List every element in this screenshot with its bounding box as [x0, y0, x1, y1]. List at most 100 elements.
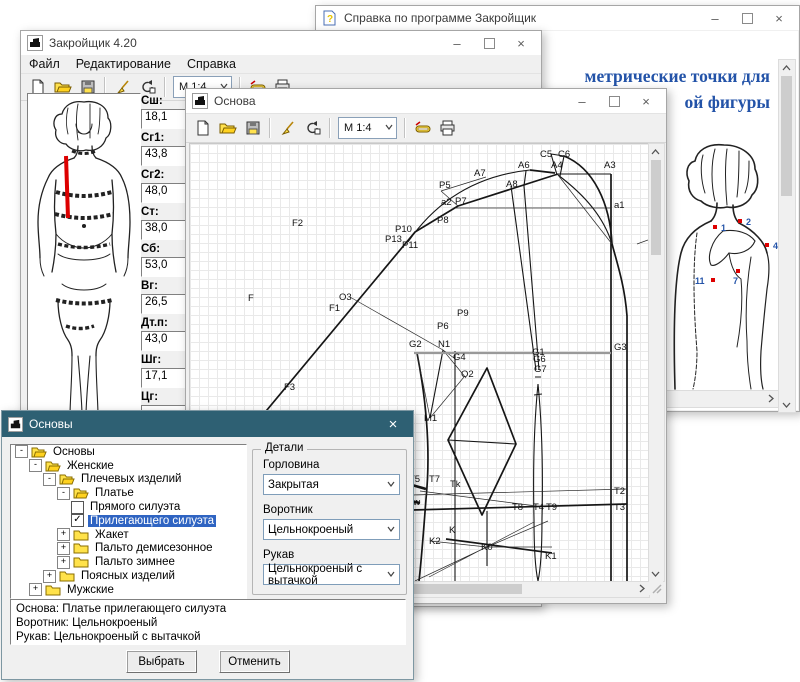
clear-button[interactable]	[275, 117, 300, 139]
collapse-icon[interactable]: -	[57, 487, 70, 500]
tree-node-label[interactable]: Женские	[65, 460, 116, 472]
tree-node-Прилегающего силуэта[interactable]: ✓ Прилегающего силуэта	[11, 514, 246, 528]
resize-grip[interactable]	[649, 581, 663, 595]
details-group: Детали ГорловинаЗакрытаяВоротникЦельнокр…	[252, 449, 407, 595]
pattern-point-label: P6	[437, 321, 449, 332]
tree-node-Пальто демисезонное[interactable]: + Пальто демисезонное	[11, 542, 246, 556]
dialog-close-button[interactable]: ×	[379, 416, 407, 433]
menu-item-редактирование[interactable]: Редактирование	[68, 56, 179, 72]
tree-node-label[interactable]: Пальто зимнее	[93, 556, 177, 568]
scroll-up-icon[interactable]	[648, 144, 663, 159]
tree-node-Мужские[interactable]: + Мужские	[11, 583, 246, 597]
menu-item-справка[interactable]: Справка	[179, 56, 244, 72]
osnova-titlebar[interactable]: Основа – ×	[186, 89, 666, 113]
app-icon	[27, 35, 43, 51]
main-titlebar[interactable]: Закройщик 4.20 – ×	[21, 31, 541, 55]
tree-node-label[interactable]: Основы	[51, 446, 97, 458]
tree-node-Пальто зимнее[interactable]: + Пальто зимнее	[11, 555, 246, 569]
chevron-down-icon	[385, 124, 393, 130]
expand-icon[interactable]: +	[57, 542, 70, 555]
pattern-point-label: P9	[457, 308, 469, 319]
tree-node-Прямого силуэта[interactable]: Прямого силуэта	[11, 500, 246, 514]
select-value: Цельнокроеный	[268, 524, 353, 536]
select-button[interactable]: Выбрать	[126, 650, 197, 673]
help-minimize-button[interactable]: –	[699, 6, 731, 30]
toolbar-separator	[164, 77, 166, 97]
tree-node-label[interactable]: Поясных изделий	[79, 570, 177, 582]
osnova-toolbar: М 1:4	[186, 113, 666, 143]
field-label: Воротник	[263, 504, 406, 516]
main-close-button[interactable]: ×	[505, 31, 537, 55]
help-close-button[interactable]: ×	[763, 6, 795, 30]
tree-node-label[interactable]: Пальто демисезонное	[93, 542, 215, 554]
osnova-minimize-button[interactable]: –	[566, 89, 598, 113]
checkbox-icon[interactable]	[71, 501, 84, 514]
anatomy-point-dot	[765, 243, 769, 247]
osnova-maximize-button[interactable]	[598, 89, 630, 113]
tree-node-Женские[interactable]: - Женские	[11, 459, 246, 473]
save-button[interactable]	[240, 117, 265, 139]
anatomy-point-dot	[738, 219, 742, 223]
pattern-point-label: M1	[424, 413, 437, 424]
checkbox-icon[interactable]: ✓	[71, 514, 84, 527]
tree-node-Плечевых изделий[interactable]: - Плечевых изделий	[11, 473, 246, 487]
pattern-point-label: T9	[546, 502, 557, 513]
help-scroll-down-icon[interactable]	[779, 397, 794, 412]
collapse-icon[interactable]: -	[15, 445, 28, 458]
rebuild-button[interactable]	[300, 117, 325, 139]
pattern-point-label: P7	[455, 196, 467, 207]
help-vscrollbar[interactable]	[778, 59, 796, 413]
воротник-select[interactable]: Цельнокроеный	[263, 519, 400, 540]
measure-tape-button[interactable]	[410, 117, 435, 139]
expand-icon[interactable]: +	[29, 583, 42, 596]
anatomy-point-markers: 124711	[695, 217, 778, 286]
osnova-close-button[interactable]: ×	[630, 89, 662, 113]
open-file-button[interactable]	[215, 117, 240, 139]
help-titlebar[interactable]: ? Справка по программе Закройщик – ×	[316, 6, 799, 30]
scroll-right-icon[interactable]	[634, 581, 649, 596]
collapse-icon[interactable]: -	[29, 459, 42, 472]
help-scroll-up-icon[interactable]	[779, 60, 794, 75]
tree-node-label[interactable]: Мужские	[65, 584, 116, 596]
dialog-titlebar[interactable]: Основы ×	[2, 411, 413, 437]
tree-node-Жакет[interactable]: + Жакет	[11, 528, 246, 542]
osnovy-dialog: Основы × -Основы-Женские-Плечевых издели…	[1, 410, 414, 680]
tree-node-label[interactable]: Плечевых изделий	[79, 473, 183, 485]
new-file-button[interactable]	[190, 117, 215, 139]
help-scroll-right-icon[interactable]	[763, 391, 778, 406]
pattern-point-label: C6	[558, 149, 570, 160]
tree-node-Поясных изделий[interactable]: + Поясных изделий	[11, 569, 246, 583]
collapse-icon[interactable]: -	[43, 473, 56, 486]
expand-icon[interactable]: +	[57, 528, 70, 541]
print-button[interactable]	[435, 117, 460, 139]
tree-node-label[interactable]: Прилегающего силуэта	[88, 515, 216, 527]
scroll-down-icon[interactable]	[648, 566, 663, 581]
app-icon	[8, 417, 23, 432]
pattern-point-label: F2	[292, 218, 303, 229]
tree-node-label[interactable]: Платье	[93, 487, 136, 499]
pattern-point-label: P8	[437, 215, 449, 226]
pattern-point-label: K0	[481, 542, 493, 553]
menu-item-файл[interactable]: Файл	[21, 56, 68, 72]
tree-node-Основы[interactable]: - Основы	[11, 445, 246, 459]
pattern-point-label: A6	[518, 160, 530, 171]
main-minimize-button[interactable]: –	[441, 31, 473, 55]
pattern-point-label: P13	[385, 234, 402, 245]
рукав-select[interactable]: Цельнокроеный с вытачкой	[263, 564, 400, 585]
expand-icon[interactable]: +	[43, 570, 56, 583]
pattern-point-label: G4	[453, 352, 466, 363]
main-maximize-button[interactable]	[473, 31, 505, 55]
select-value: Цельнокроеный с вытачкой	[268, 563, 399, 587]
cancel-button[interactable]: Отменить	[219, 650, 290, 673]
tree-node-label[interactable]: Прямого силуэта	[88, 501, 182, 513]
горловина-select[interactable]: Закрытая	[263, 474, 400, 495]
tree-node-Платье[interactable]: - Платье	[11, 486, 246, 500]
expand-icon[interactable]: +	[57, 556, 70, 569]
cancel-button-label: Отменить	[228, 656, 281, 668]
help-maximize-button[interactable]	[731, 6, 763, 30]
osnova-vscrollbar[interactable]	[648, 143, 665, 582]
anatomy-point-number: 7	[733, 276, 738, 286]
select-value: Закрытая	[268, 479, 319, 491]
scale-select[interactable]: М 1:4	[338, 117, 397, 139]
tree-node-label[interactable]: Жакет	[93, 529, 131, 541]
